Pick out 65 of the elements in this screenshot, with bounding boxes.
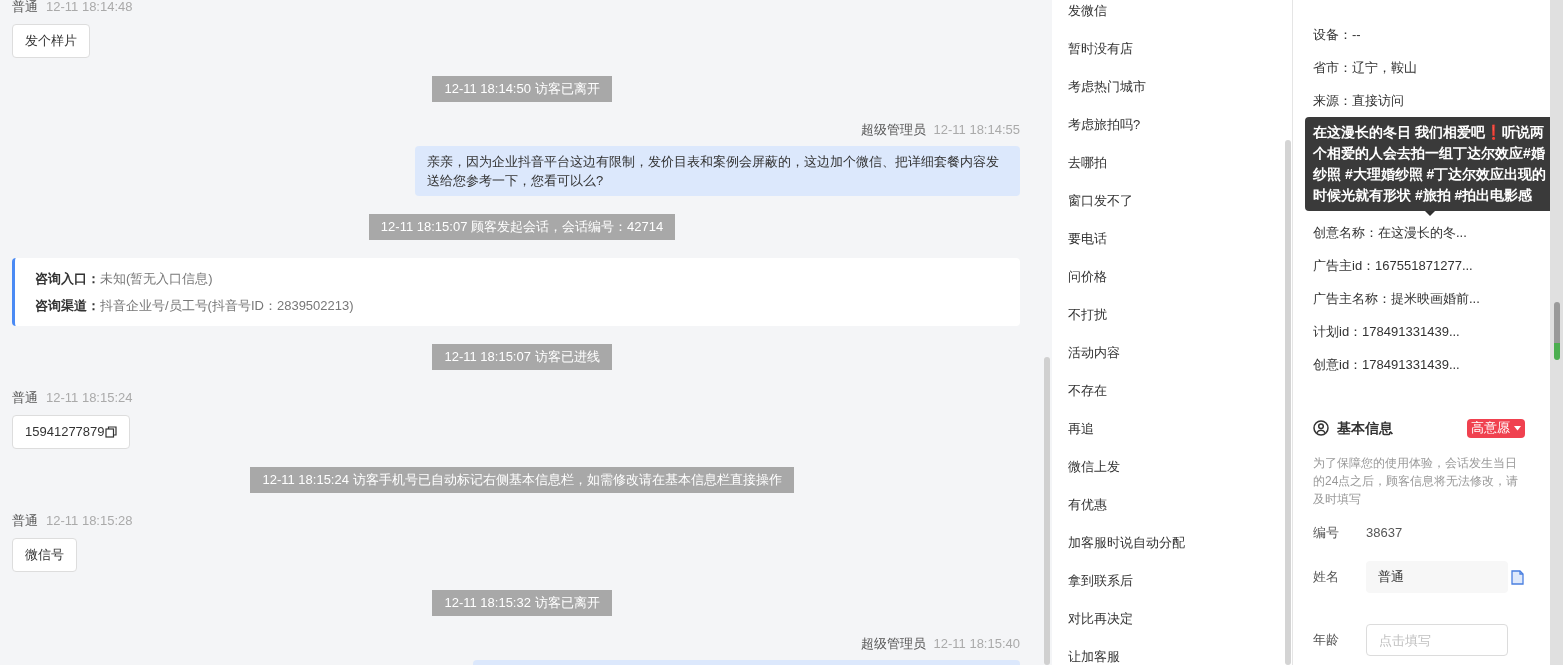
info-field: 计划id：178491331439...	[1313, 321, 1460, 342]
quick-reply-item[interactable]: 发微信	[1068, 1, 1107, 21]
quick-reply-item[interactable]: 加客服时说自动分配	[1068, 533, 1185, 553]
info-field: 创意id：178491331439...	[1313, 354, 1460, 375]
system-notice: 12-11 18:15:32 访客已离开	[432, 590, 612, 616]
info-field: 广告主id：167551871277...	[1313, 255, 1473, 276]
system-notice: 12-11 18:15:24 访客手机号已自动标记右侧基本信息栏，如需修改请在基本信息栏直接操作	[250, 467, 794, 493]
age-field[interactable]: 点击填写	[1366, 624, 1508, 656]
user-circle-icon	[1313, 420, 1329, 436]
sender-name: 超级管理员	[860, 121, 926, 140]
scrollbar-thumb[interactable]	[1285, 140, 1291, 665]
info-field: 设备：--	[1313, 24, 1361, 45]
quick-reply-item[interactable]: 对比再决定	[1068, 609, 1133, 629]
quick-reply-item[interactable]: 拿到联系后	[1068, 571, 1133, 591]
caret-icon	[1514, 425, 1521, 431]
sender-name: 普通	[12, 512, 38, 531]
info-field: 创意名称：在这漫长的冬...	[1313, 222, 1467, 243]
quick-reply-item[interactable]: 不存在	[1068, 381, 1107, 401]
intent-tag[interactable]: 高意愿	[1467, 418, 1525, 438]
notice-text: 为了保障您的使用体验，会话发生当日的24点之后，顾客信息将无法修改，请及时填写	[1313, 455, 1520, 508]
sender-name: 超级管理员	[860, 635, 926, 654]
system-notice: 12-11 18:15:07 顾客发起会话，会话编号：42714	[368, 214, 676, 240]
quick-reply-item[interactable]: 不打扰	[1068, 305, 1107, 325]
quick-reply-item[interactable]: 考虑旅拍吗?	[1068, 115, 1141, 135]
system-notice: 12-11 18:14:50 访客已离开	[432, 76, 612, 102]
info-field: 广告主名称：提米映画婚前...	[1313, 288, 1480, 309]
info-field: 来源：直接访问	[1313, 90, 1404, 111]
field-label: 年龄	[1313, 631, 1340, 650]
sender-name: 普通	[12, 389, 38, 408]
message-time: 12-11 18:15:24	[46, 389, 133, 408]
phone-number: 15941277879	[25, 423, 105, 442]
tooltip-arrow	[1425, 211, 1435, 216]
quick-reply-item[interactable]: 有优惠	[1068, 495, 1107, 515]
message-bubble: 亲亲，因为企业抖音平台这边有限制，发价目表和案例会屏蔽的，这边加个微信、把详细套餐内容发送给您参考一下，您看可以么?	[415, 146, 1020, 196]
section-title: 基本信息	[1337, 418, 1393, 438]
info-field: 省市：辽宁，鞍山	[1313, 57, 1417, 78]
quick-reply-item[interactable]: 活动内容	[1068, 343, 1120, 363]
quick-reply-item[interactable]: 再追	[1068, 419, 1094, 439]
message-time: 12-11 18:14:55	[933, 121, 1020, 140]
quick-reply-item[interactable]: 考虑热门城市	[1068, 77, 1146, 97]
tooltip: 在这漫长的冬日 我们相爱吧❗听说两个相爱的人会去拍一组丁达尔效应#婚纱照 #大理婚纱照 #丁达尔效应出现的时候光就有形状 #旅拍 #拍出电影感	[1305, 117, 1550, 211]
message-time: 12-11 18:15:28	[46, 512, 133, 531]
quick-reply-item[interactable]: 去哪拍	[1068, 153, 1107, 173]
quick-reply-item[interactable]: 要电话	[1068, 229, 1107, 249]
name-field[interactable]: 普通	[1366, 561, 1508, 593]
scrollbar-thumb[interactable]	[1553, 302, 1560, 360]
quick-reply-item[interactable]: 问价格	[1068, 267, 1107, 287]
copy-icon[interactable]	[104, 426, 117, 438]
info-line: 咨询入口：未知(暂无入口信息)	[35, 269, 214, 288]
system-notice: 12-11 18:15:07 访客已进线	[432, 344, 612, 370]
document-icon[interactable]	[1511, 569, 1524, 585]
message-bubble: 微信号	[12, 538, 77, 572]
field-label: 姓名	[1313, 568, 1340, 587]
info-line: 咨询渠道：抖音企业号/员工号(抖音号ID：2839502213)	[35, 296, 355, 315]
field-label: 编号	[1313, 524, 1340, 543]
scrollbar-thumb[interactable]	[1044, 357, 1050, 665]
field-value: 38637	[1366, 524, 1403, 543]
message-time: 12-11 18:14:48	[46, 0, 133, 17]
quick-reply-item[interactable]: 微信上发	[1068, 457, 1120, 477]
sender-name: 普通	[12, 0, 38, 17]
quick-reply-item[interactable]: 窗口发不了	[1068, 191, 1133, 211]
quick-reply-item[interactable]: 暂时没有店	[1068, 39, 1133, 59]
quick-reply-item[interactable]: 让加客服	[1068, 647, 1120, 665]
message-bubble: 发个样片	[12, 24, 90, 58]
message-time: 12-11 18:15:40	[933, 635, 1020, 654]
